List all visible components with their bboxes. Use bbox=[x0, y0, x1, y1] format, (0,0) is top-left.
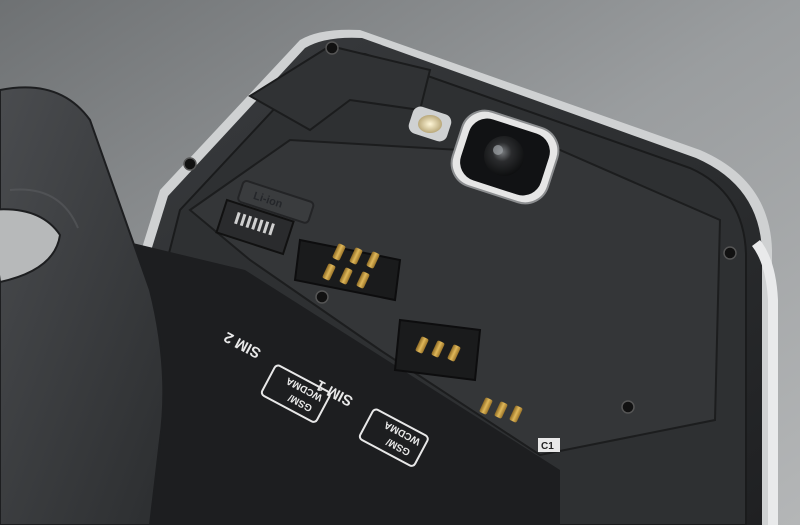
screw-icon bbox=[315, 290, 329, 304]
screw-icon bbox=[723, 246, 737, 260]
slot-marker-label: C1 bbox=[541, 441, 554, 452]
screw-icon bbox=[325, 41, 339, 55]
screw-icon bbox=[183, 157, 197, 171]
phone-back-photo: SIM 2 GSM/ WCDMA SIM 1 GSM/ WCDMA C1 Li-… bbox=[0, 0, 800, 525]
slot-marker: C1 bbox=[538, 438, 560, 452]
camera-lens-icon bbox=[484, 136, 524, 176]
screw-icon bbox=[621, 400, 635, 414]
